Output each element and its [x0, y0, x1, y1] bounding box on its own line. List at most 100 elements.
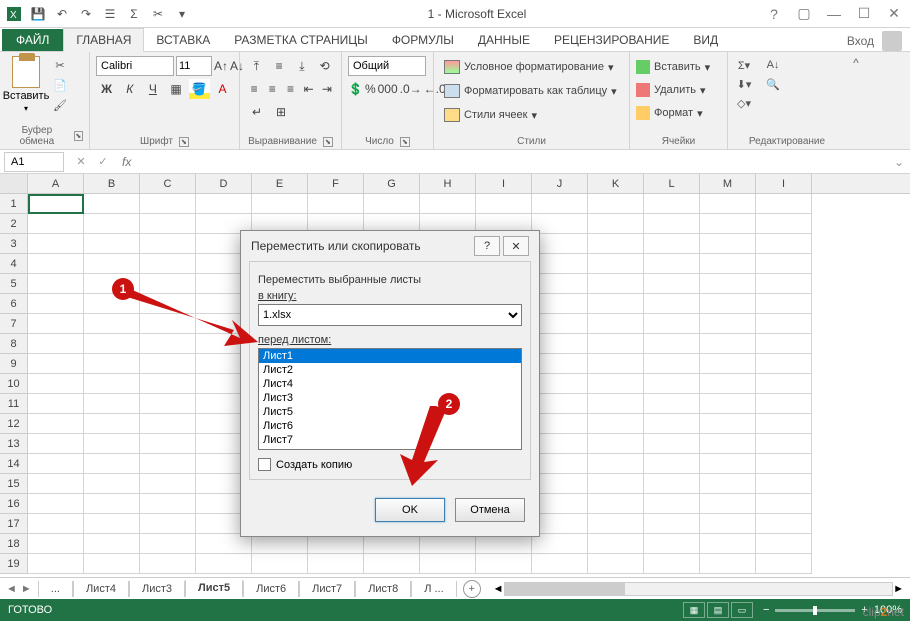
sheet-tab[interactable]: Лист7 — [299, 581, 355, 597]
cell[interactable] — [644, 214, 700, 234]
cell[interactable] — [700, 534, 756, 554]
cell[interactable] — [756, 454, 812, 474]
cell[interactable] — [28, 294, 84, 314]
cell[interactable] — [756, 474, 812, 494]
column-header[interactable]: H — [420, 174, 476, 193]
conditional-formatting-button[interactable]: Условное форматирование▾ — [440, 56, 623, 78]
align-left-icon[interactable]: ≡ — [246, 79, 262, 99]
cell[interactable] — [28, 214, 84, 234]
cell[interactable] — [644, 294, 700, 314]
cell[interactable] — [308, 534, 364, 554]
cell[interactable] — [28, 554, 84, 574]
italic-button[interactable]: К — [119, 79, 140, 99]
column-header[interactable]: I — [756, 174, 812, 193]
cell[interactable] — [644, 534, 700, 554]
cell[interactable] — [532, 234, 588, 254]
cell[interactable] — [532, 474, 588, 494]
tab-pagelayout[interactable]: РАЗМЕТКА СТРАНИЦЫ — [222, 29, 380, 51]
align-top-icon[interactable]: ⤒ — [246, 56, 267, 76]
cell[interactable] — [252, 534, 308, 554]
cell[interactable] — [84, 414, 140, 434]
cell[interactable] — [644, 374, 700, 394]
cell[interactable] — [532, 554, 588, 574]
cell[interactable] — [84, 194, 140, 214]
cell[interactable] — [140, 534, 196, 554]
cell[interactable] — [532, 394, 588, 414]
align-middle-icon[interactable]: ≡ — [269, 56, 290, 76]
cell[interactable] — [140, 254, 196, 274]
row-header[interactable]: 17 — [0, 514, 28, 534]
sheet-tab-more[interactable]: ... — [38, 581, 73, 597]
cell[interactable] — [532, 354, 588, 374]
list-item[interactable]: Лист1 — [259, 349, 521, 363]
cell[interactable] — [644, 254, 700, 274]
align-bottom-icon[interactable]: ⤓ — [292, 56, 313, 76]
cancel-button[interactable]: Отмена — [455, 498, 525, 522]
cell[interactable] — [84, 374, 140, 394]
underline-button[interactable]: Ч — [142, 79, 163, 99]
cell[interactable] — [588, 414, 644, 434]
sheet-listbox[interactable]: Лист1Лист2Лист4Лист3Лист5Лист6Лист7Лист8 — [258, 348, 522, 450]
undo-icon[interactable]: ↶ — [52, 4, 72, 24]
row-header[interactable]: 9 — [0, 354, 28, 374]
list-item[interactable]: Лист3 — [259, 391, 521, 405]
scroll-left-icon[interactable]: ◄ — [493, 583, 504, 595]
cell[interactable] — [84, 454, 140, 474]
tab-formulas[interactable]: ФОРМУЛЫ — [380, 29, 466, 51]
column-header[interactable]: J — [532, 174, 588, 193]
row-header[interactable]: 16 — [0, 494, 28, 514]
cell[interactable] — [28, 374, 84, 394]
cell[interactable] — [532, 194, 588, 214]
copy-button[interactable]: 📄 — [50, 76, 70, 94]
maximize-icon[interactable]: ☐ — [852, 4, 876, 24]
tab-review[interactable]: РЕЦЕНЗИРОВАНИЕ — [542, 29, 681, 51]
cell[interactable] — [700, 394, 756, 414]
insert-cells-button[interactable]: Вставить▾ — [636, 56, 721, 78]
enter-formula-icon[interactable]: ✓ — [94, 153, 112, 171]
ok-button[interactable]: OK — [375, 498, 445, 522]
cell[interactable] — [644, 554, 700, 574]
collapse-ribbon-icon[interactable]: ^ — [846, 52, 866, 149]
cell[interactable] — [140, 394, 196, 414]
fill-color-button[interactable]: 🪣 — [189, 79, 210, 99]
dialog-launcher-icon[interactable]: ⬊ — [323, 137, 333, 147]
cell[interactable] — [756, 554, 812, 574]
row-header[interactable]: 18 — [0, 534, 28, 554]
cell[interactable] — [196, 554, 252, 574]
cell[interactable] — [700, 254, 756, 274]
cell[interactable] — [532, 334, 588, 354]
scroll-thumb[interactable] — [505, 583, 625, 595]
redo-icon[interactable]: ↷ — [76, 4, 96, 24]
tab-data[interactable]: ДАННЫЕ — [466, 29, 542, 51]
row-header[interactable]: 4 — [0, 254, 28, 274]
cell[interactable] — [756, 234, 812, 254]
cell[interactable] — [84, 394, 140, 414]
cell[interactable] — [28, 314, 84, 334]
cell[interactable] — [28, 474, 84, 494]
cell[interactable] — [588, 534, 644, 554]
column-header[interactable]: M — [700, 174, 756, 193]
number-format-select[interactable] — [348, 56, 426, 76]
column-header[interactable]: I — [476, 174, 532, 193]
cell[interactable] — [588, 234, 644, 254]
cell[interactable] — [84, 214, 140, 234]
tab-view[interactable]: ВИД — [681, 29, 730, 51]
cell[interactable] — [28, 414, 84, 434]
scroll-right-icon[interactable]: ► — [893, 583, 904, 595]
font-name-select[interactable] — [96, 56, 174, 76]
cell[interactable] — [476, 534, 532, 554]
list-item[interactable]: Лист7 — [259, 433, 521, 447]
formula-input[interactable] — [137, 152, 888, 172]
row-header[interactable]: 10 — [0, 374, 28, 394]
cell[interactable] — [700, 334, 756, 354]
cell[interactable] — [28, 514, 84, 534]
zoom-out-icon[interactable]: − — [763, 604, 769, 616]
cell[interactable] — [700, 434, 756, 454]
cell[interactable] — [28, 254, 84, 274]
format-painter-button[interactable]: 🖌 — [50, 96, 70, 114]
paste-button[interactable]: Вставить ▾ — [6, 56, 46, 123]
align-right-icon[interactable]: ≡ — [282, 79, 298, 99]
cell[interactable] — [28, 394, 84, 414]
cell[interactable] — [756, 394, 812, 414]
cell[interactable] — [588, 214, 644, 234]
